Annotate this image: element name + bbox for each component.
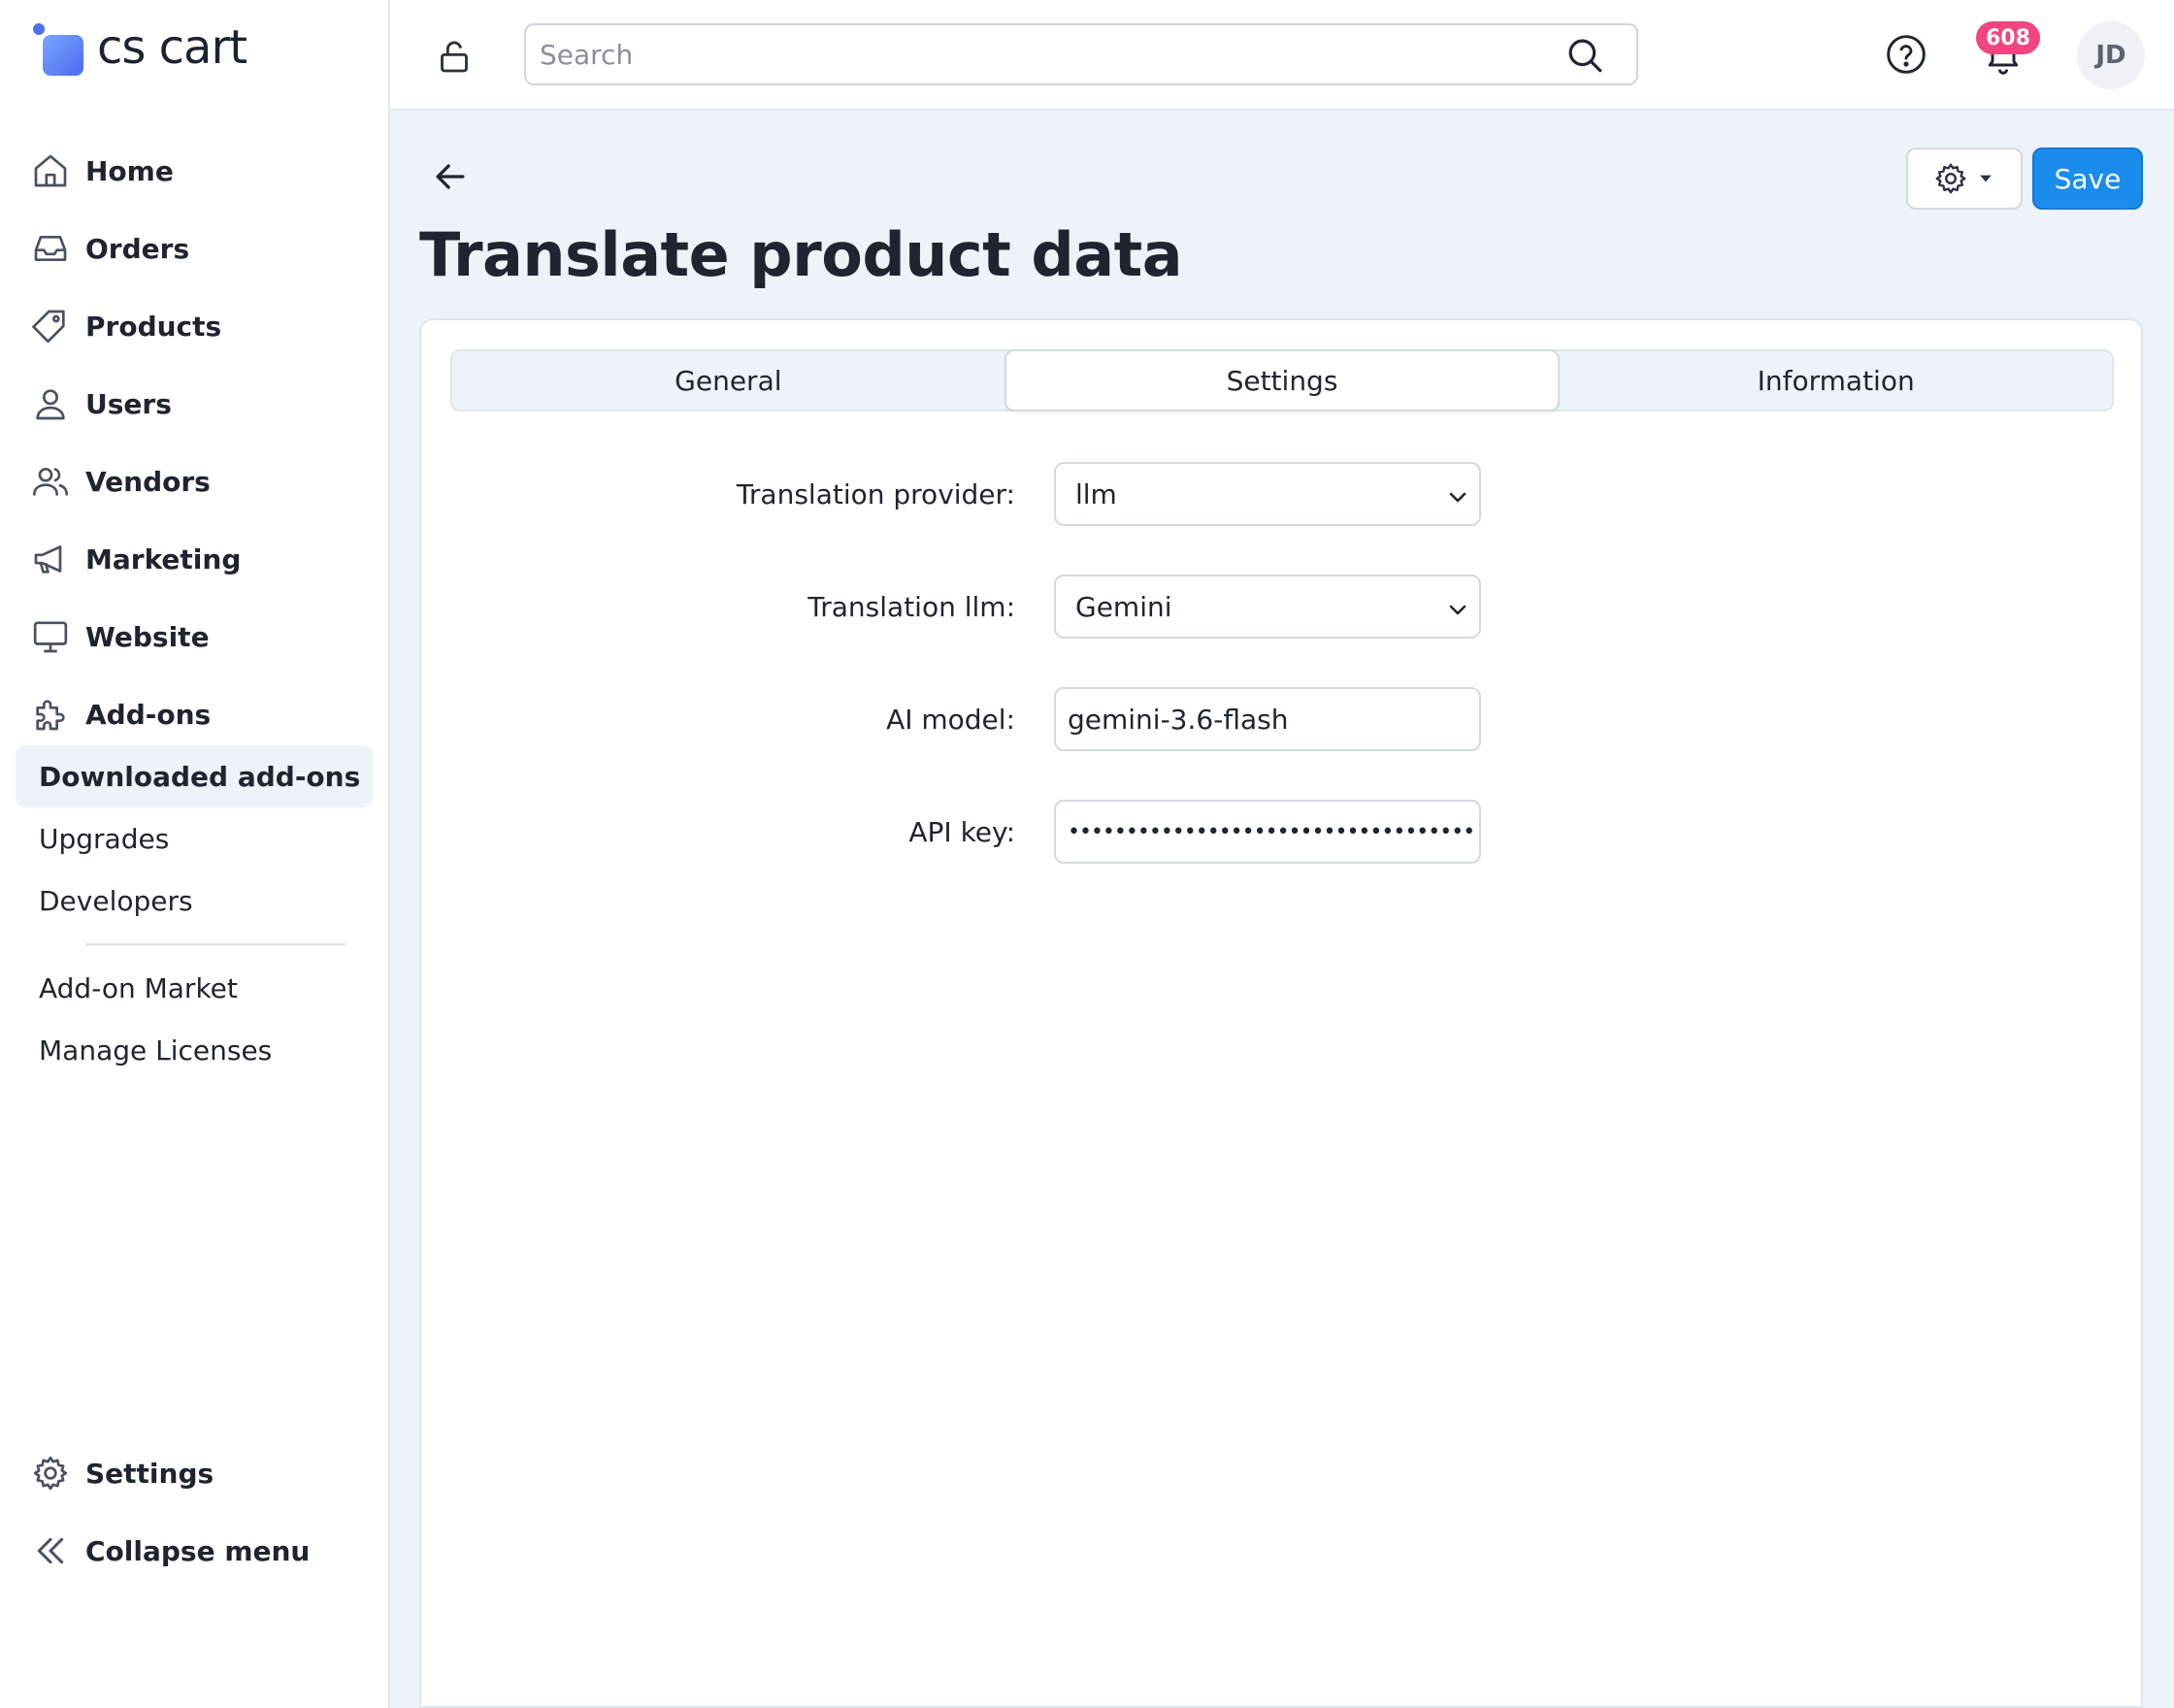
collapse-menu-button[interactable]: Collapse menu [0,1512,388,1590]
gear-icon [1935,163,1966,194]
sidebar-item-home[interactable]: Home [0,132,388,210]
sidebar-settings-label: Settings [85,1457,214,1490]
unlock-icon [441,41,468,73]
translation-provider-value: llm [1075,477,1117,510]
addon-settings-panel: General Settings Information Translation… [419,318,2143,1708]
translation-llm-select[interactable]: Gemini [1054,575,1481,639]
megaphone-icon [31,540,70,578]
sidebar: cs cart Home Orders Products Users Vendo… [0,0,390,1708]
save-button[interactable]: Save [2032,148,2143,210]
tab-information[interactable]: Information [1560,351,2112,410]
sidebar-item-orders[interactable]: Orders [0,210,388,287]
back-button[interactable] [429,155,472,198]
sidebar-item-label: Users [85,387,172,420]
help-icon[interactable] [1885,33,1927,76]
tag-icon [31,307,70,345]
user-icon [31,384,70,423]
submenu-item-developers[interactable]: Developers [16,870,373,932]
translation-provider-select[interactable]: llm [1054,462,1481,526]
users-icon [31,462,70,501]
ai-model-row: AI model: [421,687,2145,751]
sidebar-item-label: Orders [85,232,190,265]
brand-name: cs cart [97,20,247,75]
topbar: 608 JD [390,0,2174,111]
logo-mark-icon [29,21,87,80]
sidebar-item-users[interactable]: Users [0,365,388,443]
api-key-row: API key: •••••••••••••••••••••••••••••••… [421,800,2145,864]
tab-settings[interactable]: Settings [1004,349,1561,411]
gear-icon [31,1454,70,1493]
sidebar-item-addons[interactable]: Add-ons [0,675,388,753]
translation-provider-label: Translation provider: [736,477,1015,510]
monitor-icon [31,617,70,656]
sidebar-nav: Home Orders Products Users Vendors Marke… [0,132,388,753]
home-icon [31,151,70,190]
sidebar-item-label: Website [85,620,210,653]
submenu-item-upgrades[interactable]: Upgrades [16,807,373,870]
sidebar-item-label: Marketing [85,542,242,575]
sidebar-item-label: Add-ons [85,698,212,731]
submenu-divider [85,943,346,945]
translation-provider-row: Translation provider: llm [421,462,2145,526]
sidebar-item-website[interactable]: Website [0,598,388,675]
actions-dropdown-button[interactable] [1906,148,2023,210]
brand-logo[interactable]: cs cart [29,20,247,80]
chevrons-left-icon [31,1531,70,1570]
page-title: Translate product data [419,219,1183,290]
sidebar-item-settings[interactable]: Settings [0,1434,388,1512]
translation-llm-label: Translation llm: [807,590,1015,623]
ai-model-input[interactable] [1068,703,1466,736]
tab-bar: General Settings Information [450,349,2114,411]
addons-submenu: Downloaded add-ons Upgrades Developers A… [16,745,373,1081]
sidebar-item-marketing[interactable]: Marketing [0,520,388,598]
chevron-down-icon [1449,605,1466,615]
ai-model-label: AI model: [886,703,1015,736]
submenu-item-manage-licenses[interactable]: Manage Licenses [16,1019,373,1081]
notification-badge: 608 [1976,21,2040,54]
sidebar-bottom: Settings Collapse menu [0,1434,388,1590]
api-key-masked-value: •••••••••••••••••••••••••••••••••••••••• [1068,819,1475,844]
translation-llm-row: Translation llm: Gemini [421,575,2145,639]
arrow-left-icon [436,164,465,189]
storefront-lock-button[interactable] [431,33,478,80]
search-input[interactable] [538,37,1557,72]
collapse-menu-label: Collapse menu [85,1534,311,1567]
sidebar-item-label: Vendors [85,465,211,498]
sidebar-item-label: Products [85,310,222,343]
api-key-input[interactable]: •••••••••••••••••••••••••••••••••••••••• [1054,800,1481,864]
chevron-down-icon [1449,492,1466,503]
search-bar [524,23,1638,85]
api-key-label: API key: [908,815,1015,848]
submenu-item-addon-market[interactable]: Add-on Market [16,957,373,1019]
submenu-item-downloaded-addons[interactable]: Downloaded add-ons [16,745,373,807]
ai-model-field-wrapper [1054,687,1481,751]
avatar[interactable]: JD [2077,21,2145,89]
search-icon[interactable] [1565,35,1605,76]
sidebar-item-vendors[interactable]: Vendors [0,443,388,520]
puzzle-icon [31,695,70,734]
translation-llm-value: Gemini [1075,590,1172,623]
sidebar-item-label: Home [85,154,174,187]
sidebar-item-products[interactable]: Products [0,287,388,365]
inbox-icon [31,229,70,268]
caret-down-icon [1980,175,1992,182]
tab-general[interactable]: General [452,351,1005,410]
